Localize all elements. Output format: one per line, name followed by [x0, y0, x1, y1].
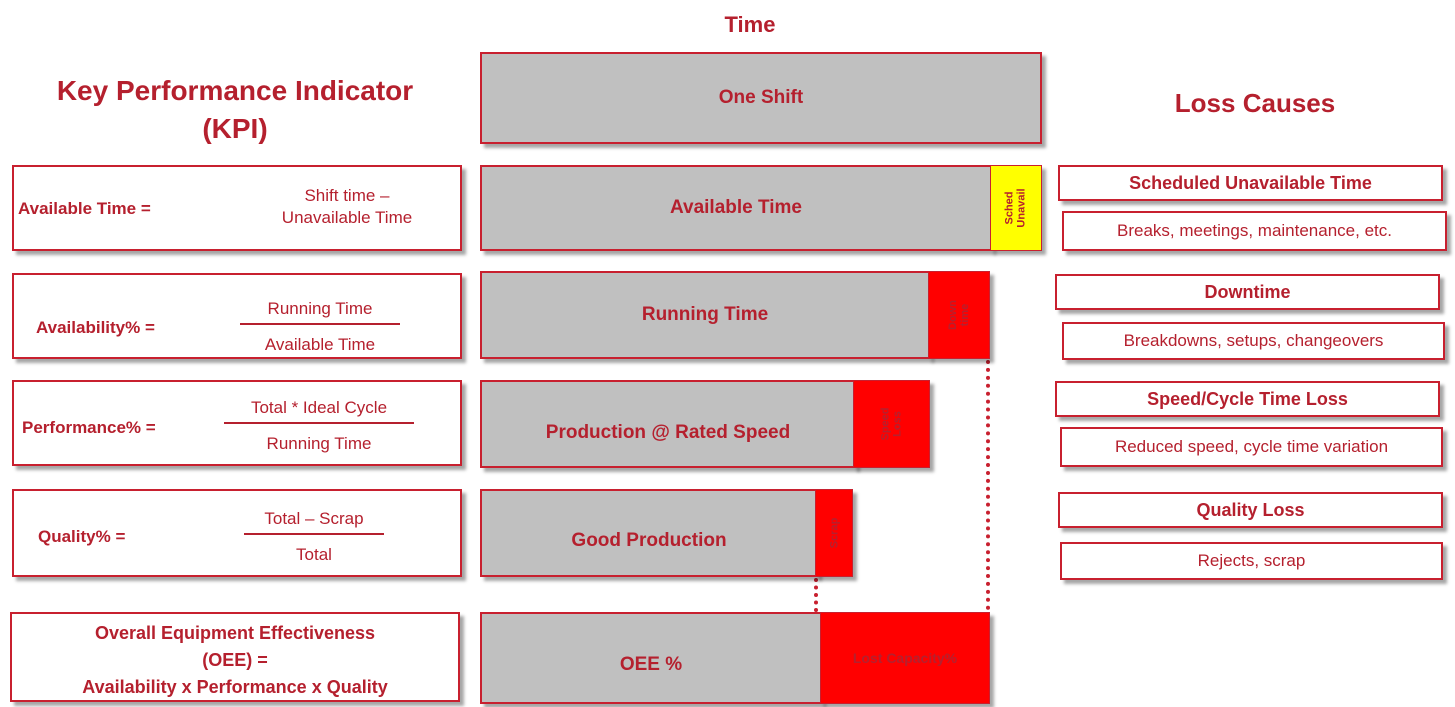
kpi-availability-label: Availability% =	[36, 318, 155, 337]
kpi-availability-formula: Running Time Available Time	[240, 299, 400, 355]
scrap-dotted-line	[814, 578, 818, 612]
bar-available-time: Available Time	[480, 165, 992, 251]
cause-speed-desc: Reduced speed, cycle time variation	[1060, 427, 1443, 467]
loss-lost-capacity-label: Lost Capacity%	[852, 650, 958, 666]
bar-one-shift: One Shift	[480, 52, 1042, 144]
cause-quality-title-text: Quality Loss	[1196, 499, 1305, 520]
kpi-heading: Key Performance Indicator (KPI)	[0, 72, 470, 148]
cause-downtime-title: Downtime	[1055, 274, 1440, 310]
cause-speed-title-text: Speed/Cycle Time Loss	[1147, 388, 1348, 409]
loss-scrap-label: Scrap	[827, 517, 840, 549]
kpi-quality-formula: Total – Scrap Total	[244, 509, 384, 565]
bar-production-rated-label: Production @ Rated Speed	[545, 422, 791, 443]
kpi-oee-formula: Overall Equipment Effectiveness (OEE) = …	[12, 620, 458, 701]
kpi-performance-denominator: Running Time	[266, 434, 372, 453]
kpi-available-time-formula: Shift time – Unavailable Time	[252, 185, 442, 229]
kpi-performance-label: Performance% =	[22, 418, 156, 437]
bar-running-time: Running Time	[480, 271, 930, 359]
cause-quality-desc: Rejects, scrap	[1060, 542, 1443, 580]
kpi-available-time-line1: Shift time –	[304, 186, 390, 205]
kpi-oee-line2: (OEE) =	[202, 650, 268, 670]
downtime-dotted-line	[986, 360, 990, 610]
kpi-availability-denominator: Available Time	[264, 335, 376, 354]
cause-scheduled-desc: Breaks, meetings, maintenance, etc.	[1062, 211, 1447, 251]
cause-downtime-desc-text: Breakdowns, setups, changeovers	[1123, 331, 1384, 350]
cause-scheduled-desc-text: Breaks, meetings, maintenance, etc.	[1117, 221, 1392, 240]
loss-down-time-label: Down time	[946, 300, 971, 330]
kpi-available-time-label: Available Time =	[18, 199, 151, 218]
cause-downtime-desc: Breakdowns, setups, changeovers	[1062, 322, 1445, 360]
time-heading: Time	[724, 12, 776, 37]
kpi-quality-label: Quality% =	[38, 527, 126, 546]
cause-scheduled-title-text: Scheduled Unavailable Time	[1129, 172, 1372, 193]
loss-speed-label: Speed Loss	[879, 407, 904, 441]
kpi-box-available-time: Available Time = Shift time – Unavailabl…	[12, 165, 462, 251]
bar-running-time-label: Running Time	[641, 304, 769, 325]
kpi-heading-line2: (KPI)	[202, 113, 268, 144]
loss-scrap: Scrap	[815, 489, 853, 577]
bar-one-shift-label: One Shift	[718, 87, 804, 108]
kpi-oee-line3: Availability x Performance x Quality	[82, 677, 388, 697]
cause-scheduled-title: Scheduled Unavailable Time	[1058, 165, 1443, 201]
kpi-box-quality: Quality% = Total – Scrap Total	[12, 489, 462, 577]
kpi-box-performance: Performance% = Total * Ideal Cycle Runni…	[12, 380, 462, 466]
kpi-availability-numerator: Running Time	[240, 299, 400, 325]
kpi-quality-denominator: Total	[296, 545, 332, 564]
cause-speed-title: Speed/Cycle Time Loss	[1055, 381, 1440, 417]
cause-speed-desc-text: Reduced speed, cycle time variation	[1114, 437, 1389, 456]
kpi-box-availability: Availability% = Running Time Available T…	[12, 273, 462, 359]
bar-oee-label: OEE %	[619, 654, 683, 675]
bar-oee: OEE %	[480, 612, 822, 704]
bar-production-rated: Production @ Rated Speed	[480, 380, 856, 468]
bar-good-production: Good Production	[480, 489, 818, 577]
loss-sched-unavail-label: Sched Unavail	[1003, 188, 1028, 228]
kpi-box-oee: Overall Equipment Effectiveness (OEE) = …	[10, 612, 460, 702]
cause-downtime-title-text: Downtime	[1204, 281, 1291, 302]
cause-quality-title: Quality Loss	[1058, 492, 1443, 528]
loss-lost-capacity: Lost Capacity%	[820, 612, 990, 704]
kpi-heading-line1: Key Performance Indicator	[56, 75, 414, 106]
loss-down-time: Down time	[928, 271, 990, 359]
loss-sched-unavail: Sched Unavail	[990, 165, 1042, 251]
kpi-performance-formula: Total * Ideal Cycle Running Time	[224, 398, 414, 454]
kpi-performance-numerator: Total * Ideal Cycle	[224, 398, 414, 424]
kpi-available-time-line2: Unavailable Time	[281, 208, 413, 227]
loss-causes-heading: Loss Causes	[1174, 88, 1336, 118]
bar-available-time-label: Available Time	[669, 197, 802, 218]
loss-speed: Speed Loss	[853, 380, 930, 468]
cause-quality-desc-text: Rejects, scrap	[1197, 551, 1306, 570]
kpi-oee-line1: Overall Equipment Effectiveness	[94, 623, 376, 643]
bar-good-production-label: Good Production	[571, 530, 727, 551]
kpi-quality-numerator: Total – Scrap	[244, 509, 384, 535]
